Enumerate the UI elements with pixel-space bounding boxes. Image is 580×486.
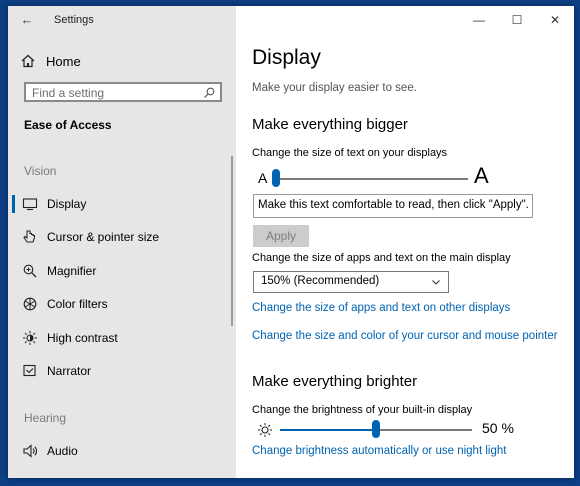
monitor-icon	[22, 198, 38, 211]
search-input[interactable]: Find a setting	[24, 82, 222, 102]
brightness-slider-thumb[interactable]	[372, 420, 380, 438]
link-cursor-pointer[interactable]: Change the size and color of your cursor…	[252, 330, 558, 342]
brightness-label: Change the brightness of your built-in d…	[252, 404, 473, 416]
settings-window: ← Settings Home Find a setting Ease of A…	[8, 6, 574, 478]
app-title: Settings	[54, 14, 94, 26]
sidebar-item-label: High contrast	[47, 331, 118, 345]
scale-dropdown-value: 150% (Recommended)	[261, 275, 380, 287]
home-label: Home	[46, 53, 81, 69]
brightness-value: 50 %	[482, 420, 514, 436]
page-subtitle: Make your display easier to see.	[252, 82, 417, 94]
main-content: — ☐ ✕ Display Make your display easier t…	[236, 6, 574, 478]
apply-button[interactable]: Apply	[253, 225, 309, 247]
sidebar-item-label: Narrator	[47, 364, 92, 378]
speaker-icon	[23, 444, 37, 458]
text-size-slider-thumb[interactable]	[272, 169, 280, 187]
preview-text: Make this text comfortable to read, then…	[258, 199, 529, 211]
sidebar-item-label: Magnifier	[47, 264, 97, 278]
sidebar-item-label: Color filters	[47, 297, 108, 311]
high-contrast-icon	[23, 331, 37, 345]
page-title: Display	[252, 46, 321, 69]
back-button[interactable]: ←	[18, 11, 36, 29]
sidebar-item-high-contrast[interactable]: High contrast	[8, 326, 236, 350]
magnifier-icon	[23, 264, 37, 278]
sidebar-item-audio[interactable]: Audio	[8, 439, 236, 463]
group-label-vision: Vision	[24, 164, 57, 178]
scale-dropdown[interactable]: 150% (Recommended)	[253, 271, 449, 293]
window-controls: — ☐ ✕	[460, 6, 574, 34]
sidebar-scrollbar[interactable]	[231, 156, 233, 326]
text-size-preview: Make this text comfortable to read, then…	[253, 194, 533, 218]
sidebar-item-label: Audio	[47, 444, 78, 458]
group-label-hearing: Hearing	[24, 411, 67, 425]
sidebar-item-label: Display	[47, 197, 87, 211]
sidebar: ← Settings Home Find a setting Ease of A…	[8, 6, 236, 478]
text-size-slider[interactable]	[276, 178, 468, 180]
heading-make-brighter: Make everything brighter	[252, 373, 418, 390]
scale-label: Change the size of apps and text on the …	[252, 252, 511, 264]
sidebar-item-magnifier[interactable]: Magnifier	[8, 259, 236, 283]
slider-max-glyph: A	[474, 163, 489, 188]
close-button[interactable]: ✕	[536, 6, 574, 34]
sidebar-item-label: Cursor & pointer size	[47, 230, 160, 244]
chevron-down-icon	[432, 280, 440, 285]
sun-icon	[258, 423, 272, 437]
minimize-button[interactable]: —	[460, 6, 498, 34]
link-night-light[interactable]: Change brightness automatically or use n…	[252, 445, 506, 457]
section-title: Ease of Access	[24, 118, 112, 132]
sidebar-item-display[interactable]: Display	[8, 192, 236, 216]
home-icon	[21, 54, 35, 68]
link-other-displays[interactable]: Change the size of apps and text on othe…	[252, 302, 510, 314]
sidebar-item-color-filters[interactable]: Color filters	[8, 292, 236, 316]
search-placeholder: Find a setting	[32, 86, 105, 100]
narrator-icon	[23, 364, 36, 377]
color-filter-icon	[23, 297, 37, 311]
brightness-slider-fill	[280, 429, 376, 431]
maximize-button[interactable]: ☐	[498, 6, 536, 34]
sidebar-item-cursor-pointer-size[interactable]: Cursor & pointer size	[8, 225, 236, 249]
text-size-label: Change the size of text on your displays	[252, 147, 448, 159]
heading-make-bigger: Make everything bigger	[252, 116, 408, 133]
cursor-icon	[23, 230, 36, 243]
sidebar-item-narrator[interactable]: Narrator	[8, 359, 236, 383]
slider-min-glyph: A	[258, 170, 268, 186]
search-icon[interactable]	[203, 87, 215, 99]
title-bar: ← Settings	[8, 6, 236, 34]
home-nav-item[interactable]: Home	[20, 50, 220, 72]
